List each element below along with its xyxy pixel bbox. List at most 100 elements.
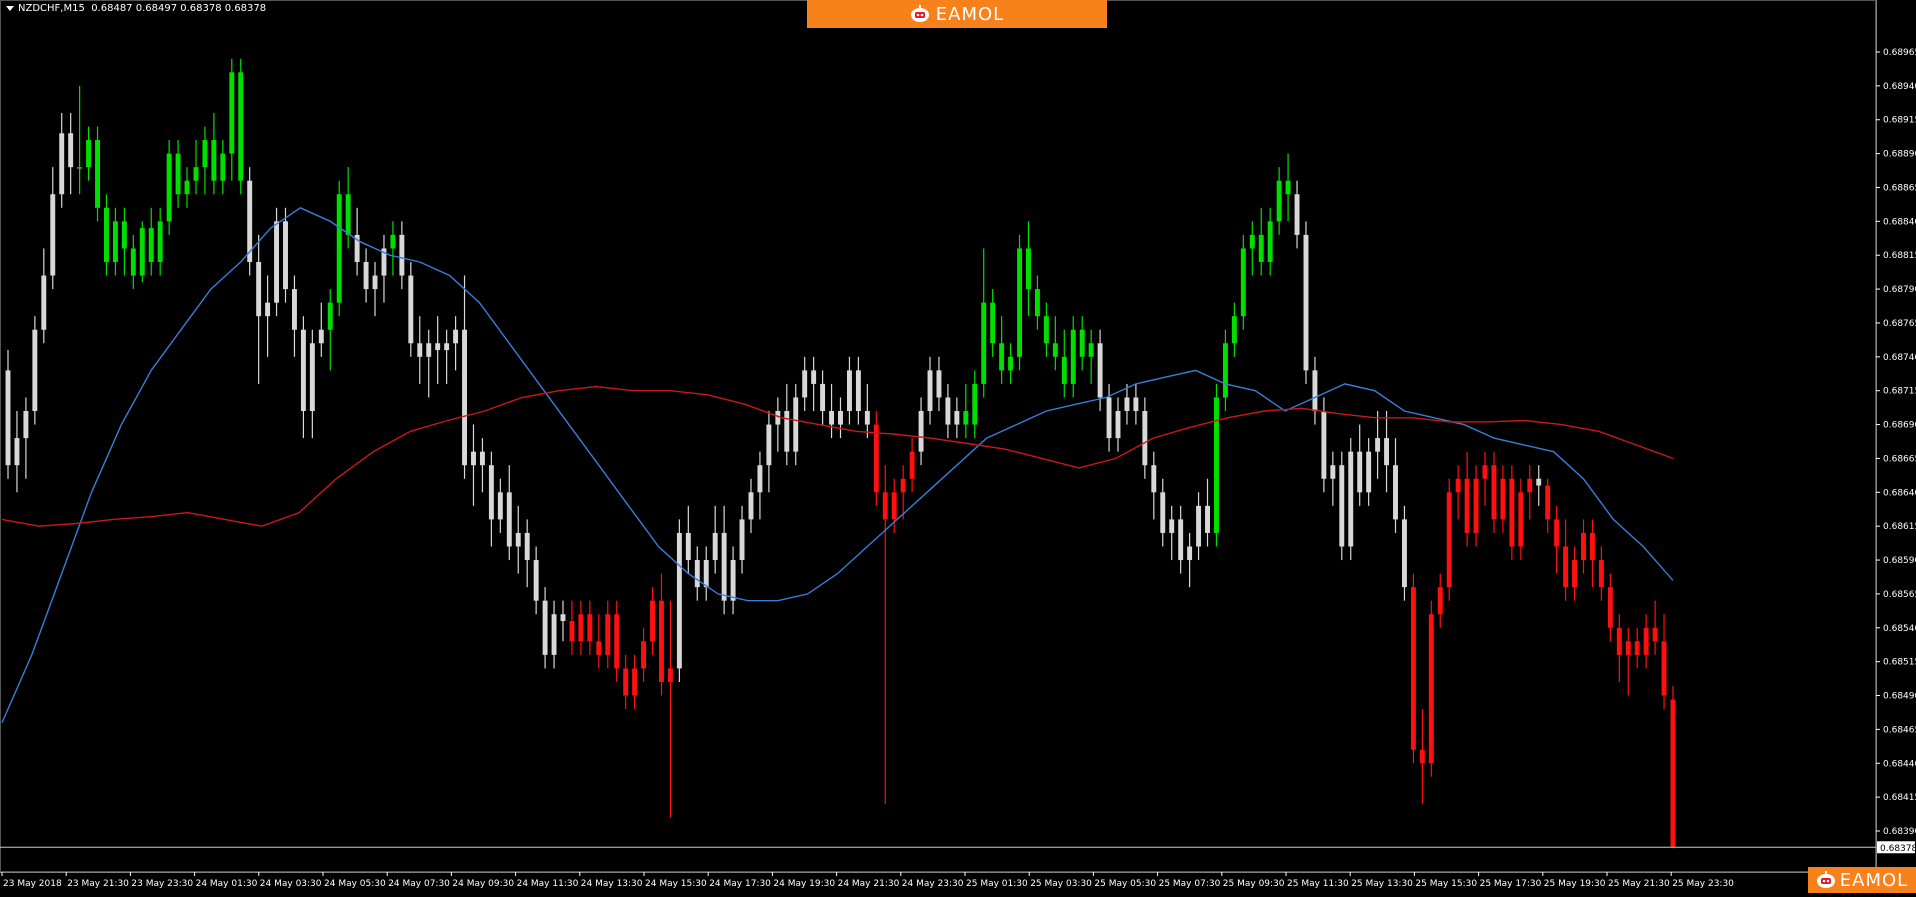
- candle-body: [954, 411, 960, 425]
- candle-body: [730, 560, 736, 601]
- candle: [569, 600, 575, 655]
- candle-body: [256, 261, 262, 317]
- candle-body: [95, 140, 100, 208]
- x-tick-label: 25 May 13:30: [1351, 879, 1413, 889]
- candle-body: [1473, 478, 1479, 533]
- candle-body: [1527, 478, 1533, 493]
- candle: [1491, 451, 1497, 533]
- candle: [139, 221, 145, 283]
- candle-body: [802, 370, 808, 398]
- candle-body: [1598, 560, 1604, 588]
- candle-body: [981, 302, 987, 384]
- candle: [184, 167, 190, 208]
- candle: [775, 397, 781, 452]
- candle: [1375, 411, 1381, 479]
- dropdown-triangle-icon[interactable]: [6, 5, 14, 11]
- candle-body: [1231, 316, 1237, 344]
- candle-body: [1124, 397, 1130, 412]
- candle: [1589, 519, 1595, 588]
- candle-body: [623, 668, 629, 696]
- candle: [211, 112, 217, 195]
- candle-body: [757, 465, 763, 493]
- candle: [247, 167, 253, 276]
- candle-body: [23, 411, 29, 439]
- ma-fast-line: [1, 207, 1674, 723]
- candle-body: [721, 532, 727, 601]
- candle-body: [1437, 587, 1443, 615]
- candle: [533, 546, 539, 615]
- x-tick-label: 24 May 23:30: [902, 879, 964, 889]
- candle-body: [1563, 546, 1569, 588]
- candle: [1455, 465, 1461, 520]
- candle-body: [184, 180, 190, 195]
- candle: [596, 614, 602, 669]
- candle: [1527, 465, 1533, 520]
- y-tick-label: 0.68765: [1883, 319, 1916, 329]
- candle: [685, 505, 691, 574]
- brand-corner-badge: EAMOL: [1808, 867, 1916, 893]
- candle: [739, 505, 745, 574]
- candle-body: [909, 451, 915, 479]
- candle: [524, 519, 530, 588]
- candle: [283, 207, 288, 303]
- candle: [1222, 329, 1228, 412]
- candle: [1643, 614, 1649, 669]
- candle: [1258, 207, 1264, 276]
- candle-body: [963, 411, 969, 425]
- candle: [551, 600, 557, 669]
- candle: [802, 356, 808, 412]
- candle-body: [291, 289, 297, 330]
- candle-body: [1258, 234, 1264, 262]
- candle: [1169, 505, 1175, 561]
- candle: [730, 546, 736, 615]
- candle: [1384, 411, 1390, 493]
- y-tick-label: 0.68540: [1883, 624, 1916, 634]
- candle-body: [1393, 465, 1398, 520]
- price-chart[interactable]: 0.68965 0.68940 0.68915 0.68890 0.68865 0.688…: [0, 0, 1916, 893]
- candle: [694, 546, 700, 601]
- candle-body: [229, 72, 235, 154]
- candle-body: [873, 424, 879, 493]
- candle-body: [1607, 587, 1613, 628]
- candle: [309, 329, 315, 439]
- y-tick-label: 0.68390: [1883, 827, 1916, 837]
- candle: [381, 234, 387, 303]
- y-tick-label: 0.68890: [1883, 150, 1916, 160]
- candle: [882, 465, 888, 804]
- candle: [77, 85, 83, 195]
- candle: [435, 316, 441, 384]
- candle: [1160, 478, 1166, 547]
- candle: [1437, 573, 1443, 628]
- x-tick-label: 23 May 2018: [3, 879, 62, 889]
- candle-body: [1509, 478, 1515, 547]
- candle: [59, 112, 65, 208]
- candle-body: [945, 397, 951, 425]
- candle-body: [829, 411, 835, 425]
- candle: [972, 370, 978, 439]
- candle-body: [605, 614, 611, 655]
- candle: [408, 261, 414, 357]
- candle: [363, 248, 369, 303]
- candle-body: [1106, 397, 1112, 439]
- candle-body: [1079, 329, 1085, 357]
- candle-body: [882, 492, 888, 520]
- candle: [1348, 438, 1354, 561]
- candle: [1026, 221, 1031, 317]
- candle: [372, 261, 378, 317]
- candle: [121, 207, 127, 276]
- candle-body: [175, 153, 181, 195]
- candle-body: [399, 234, 405, 276]
- candle: [130, 234, 136, 290]
- candle: [327, 289, 333, 371]
- candle: [50, 167, 56, 290]
- chart-area[interactable]: 0.68965 0.68940 0.68915 0.68890 0.68865 0.688…: [0, 0, 1916, 893]
- candle: [623, 654, 629, 710]
- candle-body: [1366, 451, 1372, 493]
- x-tick-label: 25 May 01:30: [966, 879, 1028, 889]
- candle-body: [739, 519, 745, 561]
- candle-body: [363, 261, 369, 290]
- candle: [838, 397, 843, 439]
- candle-body: [676, 532, 682, 669]
- candle-body: [1133, 397, 1139, 412]
- candle: [1115, 397, 1121, 452]
